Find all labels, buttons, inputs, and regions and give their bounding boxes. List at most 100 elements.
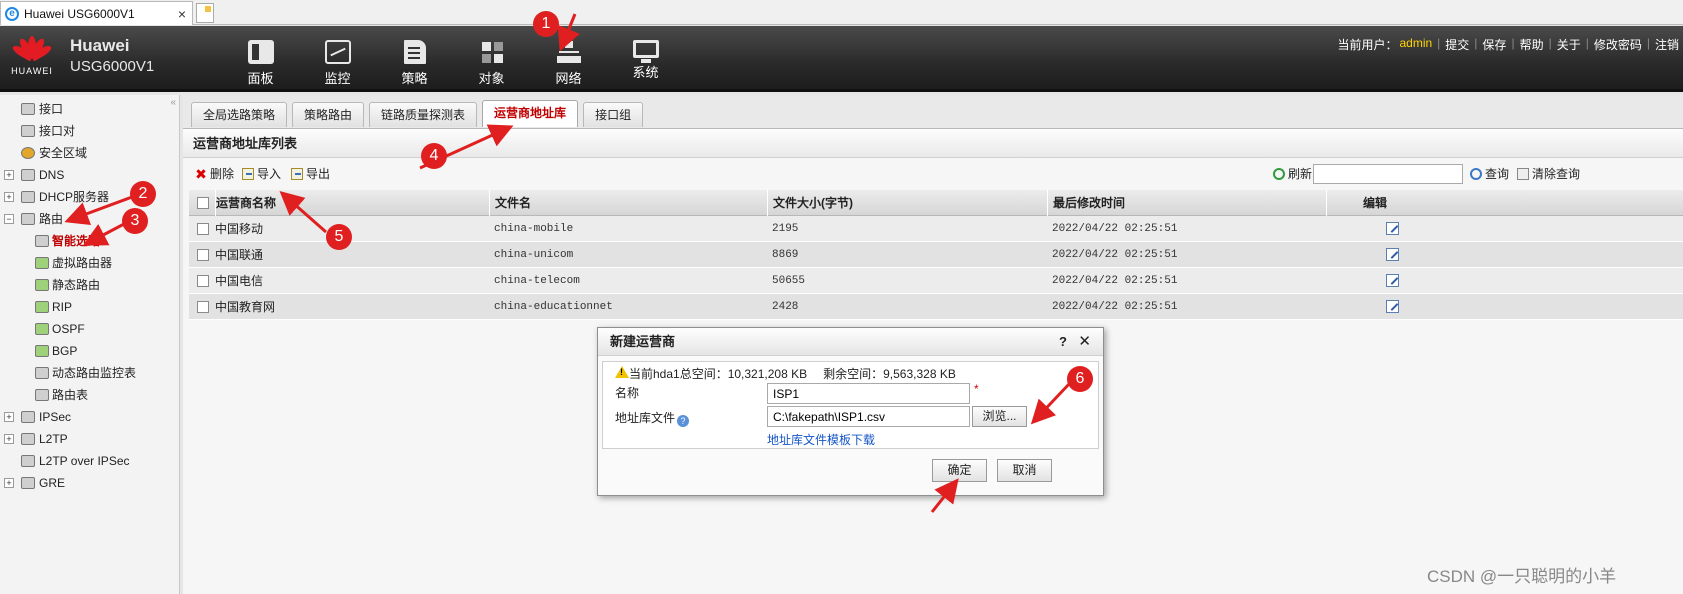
sidebar-item-l2tp[interactable]: + L2TP xyxy=(0,428,180,450)
ie-browser-icon: e xyxy=(5,6,19,21)
nav-network[interactable]: 网络 xyxy=(530,34,607,87)
nav-label: 对象 xyxy=(478,71,505,86)
sidebar-item-interface[interactable]: 接口 xyxy=(0,98,180,120)
nav-label: 网络 xyxy=(555,71,582,86)
query-button[interactable]: 查询 xyxy=(1470,166,1509,182)
tab-global-routing-policy[interactable]: 全局选路策略 xyxy=(191,102,288,127)
help-icon[interactable]: ? xyxy=(1059,328,1067,356)
required-mark: * xyxy=(974,382,979,396)
col-isp-name[interactable]: 运营商名称 xyxy=(215,190,276,216)
route-monitor-icon xyxy=(35,367,49,379)
edit-icon[interactable] xyxy=(1386,248,1399,261)
refresh-icon xyxy=(1273,168,1285,180)
refresh-button[interactable]: 刷新 xyxy=(1273,166,1312,182)
about-link[interactable]: 关于 xyxy=(1557,36,1581,53)
table-row[interactable]: 中国教育网 china-educationnet 2428 2022/04/22… xyxy=(189,294,1683,320)
file-path-input[interactable] xyxy=(767,406,970,427)
route-table-icon xyxy=(35,389,49,401)
nav-monitor[interactable]: 监控 xyxy=(299,34,376,87)
browse-button[interactable]: 浏览... xyxy=(972,406,1027,427)
header-user-links: 当前用户： admin | 提交 | 保存 | 帮助 | 关于 | 修改密码 |… xyxy=(1337,36,1679,53)
sidebar-item-security-zone[interactable]: 安全区域 xyxy=(0,142,180,164)
expand-icon[interactable]: + xyxy=(4,412,14,422)
sidebar-item-l2tp-over-ipsec[interactable]: L2TP over IPSec xyxy=(0,450,180,472)
table-row[interactable]: 中国联通 china-unicom 8869 2022/04/22 02:25:… xyxy=(189,242,1683,268)
submit-link[interactable]: 提交 xyxy=(1445,36,1469,53)
template-download-link[interactable]: 地址库文件模板下载 xyxy=(767,431,875,448)
expand-icon[interactable]: + xyxy=(4,478,14,488)
tab-interface-group[interactable]: 接口组 xyxy=(583,102,644,127)
tab-link-quality-probe[interactable]: 链路质量探测表 xyxy=(369,102,478,127)
sidebar-item-label: 接口对 xyxy=(39,124,76,138)
sidebar-item-label: 静态路由 xyxy=(52,278,101,292)
panel-icon xyxy=(247,40,274,64)
col-file-size[interactable]: 文件大小(字节) xyxy=(767,190,853,216)
import-button[interactable]: 导入 xyxy=(242,166,281,182)
help-link[interactable]: 帮助 xyxy=(1520,36,1544,53)
ok-button[interactable]: 确定 xyxy=(932,459,987,482)
logout-link[interactable]: 注销 xyxy=(1655,36,1679,53)
search-input[interactable] xyxy=(1313,164,1463,184)
sidebar-item-static-route[interactable]: 静态路由 xyxy=(0,274,180,296)
help-circle-icon[interactable]: ? xyxy=(677,415,690,427)
sidebar-item-rip[interactable]: RIP xyxy=(0,296,180,318)
export-button[interactable]: 导出 xyxy=(291,166,330,182)
collapse-icon[interactable]: − xyxy=(4,214,14,224)
cell-isp-name: 中国移动 xyxy=(215,222,264,236)
table-row[interactable]: 中国电信 china-telecom 50655 2022/04/22 02:2… xyxy=(189,268,1683,294)
select-all-checkbox[interactable] xyxy=(197,197,209,209)
sidebar-item-interface-pair[interactable]: 接口对 xyxy=(0,120,180,142)
nav-policy[interactable]: 策略 xyxy=(376,34,453,87)
sidebar-item-ospf[interactable]: OSPF xyxy=(0,318,180,340)
sidebar-item-route-table[interactable]: 路由表 xyxy=(0,384,180,406)
row-checkbox[interactable] xyxy=(197,301,209,313)
clear-query-button[interactable]: 清除查询 xyxy=(1517,166,1580,182)
row-checkbox[interactable] xyxy=(197,223,209,235)
sidebar-item-bgp[interactable]: BGP xyxy=(0,340,180,362)
dhcp-icon xyxy=(21,191,35,203)
sidebar-item-dns[interactable]: + DNS xyxy=(0,164,180,186)
edit-icon[interactable] xyxy=(1386,300,1399,313)
sidebar-item-dynamic-route-monitor[interactable]: 动态路由监控表 xyxy=(0,362,180,384)
row-checkbox[interactable] xyxy=(197,249,209,261)
nav-system[interactable]: 系统 xyxy=(607,34,684,87)
expand-icon[interactable]: + xyxy=(4,192,14,202)
sidebar-item-label: GRE xyxy=(39,476,66,490)
table-row[interactable]: 中国移动 china-mobile 2195 2022/04/22 02:25:… xyxy=(189,216,1683,242)
close-icon[interactable]: ✕ xyxy=(1078,328,1091,356)
col-modified-time[interactable]: 最后修改时间 xyxy=(1047,190,1125,216)
tab-isp-address-library[interactable]: 运营商地址库 xyxy=(482,100,579,127)
save-link[interactable]: 保存 xyxy=(1482,36,1506,53)
nav-panel[interactable]: 面板 xyxy=(222,34,299,87)
cell-file-name: china-educationnet xyxy=(494,301,613,313)
sidebar-item-gre[interactable]: + GRE xyxy=(0,472,180,494)
name-input[interactable] xyxy=(767,383,970,404)
virtual-router-icon xyxy=(35,257,49,269)
new-tab-icon[interactable] xyxy=(196,3,214,23)
edit-icon[interactable] xyxy=(1386,222,1399,235)
change-password-link[interactable]: 修改密码 xyxy=(1594,36,1642,53)
logo-text: HUAWEI xyxy=(11,66,53,76)
row-checkbox[interactable] xyxy=(197,275,209,287)
cancel-button[interactable]: 取消 xyxy=(997,459,1052,482)
sidebar-item-label: 虚拟路由器 xyxy=(52,256,113,270)
app-header: HUAWEI Huawei USG6000V1 面板 监控 策略 对象 网络 系… xyxy=(0,26,1683,92)
col-file-name[interactable]: 文件名 xyxy=(489,190,531,216)
cell-file-name: china-telecom xyxy=(494,275,580,287)
sidebar-item-smart-routing[interactable]: 智能选路 xyxy=(0,230,180,252)
cell-file-size: 2428 xyxy=(772,301,799,313)
sidebar-item-ipsec[interactable]: + IPSec xyxy=(0,406,180,428)
sidebar-item-label: BGP xyxy=(52,344,78,358)
nav-object[interactable]: 对象 xyxy=(453,34,530,87)
tab-policy-routing[interactable]: 策略路由 xyxy=(292,102,365,127)
cell-file-size: 8869 xyxy=(772,249,799,261)
expand-icon[interactable]: + xyxy=(4,170,14,180)
browser-tab[interactable]: e Huawei USG6000V1 × xyxy=(0,1,193,25)
sidebar-item-virtual-router[interactable]: 虚拟路由器 xyxy=(0,252,180,274)
edit-icon[interactable] xyxy=(1386,274,1399,287)
delete-button[interactable]: ✖ 删除 xyxy=(195,166,234,182)
close-tab-icon[interactable]: × xyxy=(178,6,186,22)
expand-icon[interactable]: + xyxy=(4,434,14,444)
sidebar-item-routing[interactable]: − 路由 xyxy=(0,208,180,230)
sidebar-item-label: RIP xyxy=(52,300,73,314)
